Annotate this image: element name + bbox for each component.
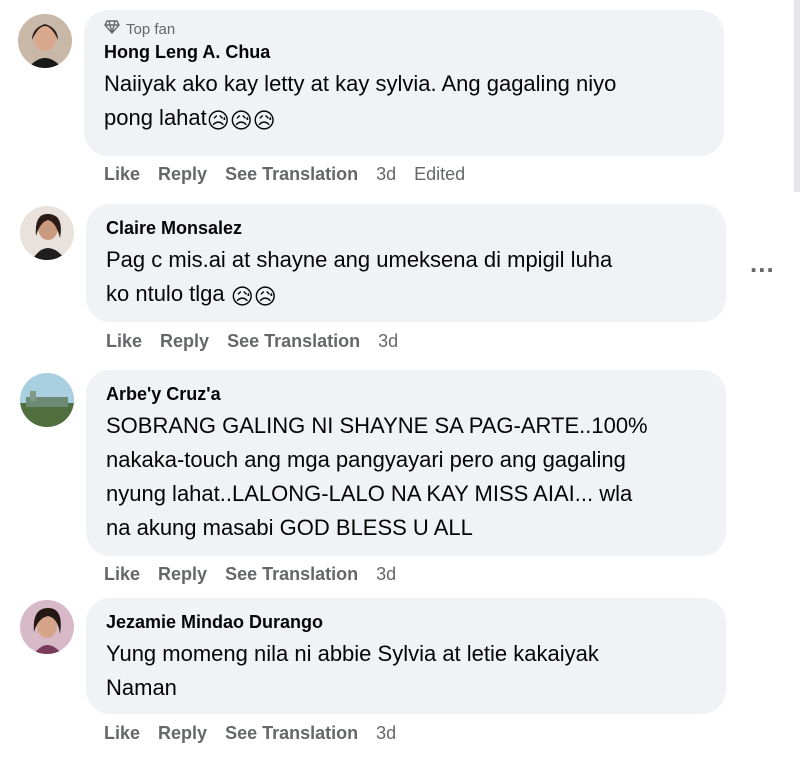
see-translation-button[interactable]: See Translation [225, 723, 358, 744]
comment-text-line: Naman [106, 675, 177, 700]
timestamp[interactable]: 3d [376, 723, 396, 744]
like-button[interactable]: Like [104, 164, 140, 185]
avatar[interactable] [20, 206, 74, 260]
see-translation-button[interactable]: See Translation [225, 564, 358, 585]
comment-text-line: ko ntulo tlga 😥😥 [106, 277, 706, 314]
comment-actions: Like Reply See Translation 3d [104, 564, 414, 585]
comment-author[interactable]: Claire Monsalez [106, 218, 706, 239]
reply-button[interactable]: Reply [160, 331, 209, 352]
see-translation-button[interactable]: See Translation [225, 164, 358, 185]
crying-face-emoji: 😥😥😥 [206, 108, 276, 133]
diamond-icon [104, 20, 120, 38]
crying-face-emoji: 😥😥 [230, 284, 277, 309]
timestamp[interactable]: 3d [376, 564, 396, 585]
comment-text-segment: ko ntulo tlga [106, 281, 225, 306]
scrollbar[interactable] [794, 0, 800, 192]
like-button[interactable]: Like [104, 723, 140, 744]
comment-author[interactable]: Jezamie Mindao Durango [106, 612, 706, 633]
reply-button[interactable]: Reply [158, 723, 207, 744]
more-options-icon[interactable]: ... [750, 248, 775, 279]
edited-label[interactable]: Edited [414, 164, 465, 185]
comment-text-line: na akung masabi GOD BLESS U ALL [106, 515, 473, 540]
comment-text-line: pong lahat😥😥😥 [104, 101, 704, 138]
comment-bubble: Arbe'y Cruz'a SOBRANG GALING NI SHAYNE S… [86, 370, 726, 556]
timestamp[interactable]: 3d [378, 331, 398, 352]
comment-text-line: nakaka-touch ang mga pangyayari pero ang… [106, 447, 626, 472]
comment-text-line: Yung momeng nila ni abbie Sylvia at leti… [106, 641, 599, 666]
comment-author[interactable]: Hong Leng A. Chua [104, 42, 704, 63]
comment-author[interactable]: Arbe'y Cruz'a [106, 384, 706, 405]
see-translation-button[interactable]: See Translation [227, 331, 360, 352]
avatar[interactable] [20, 600, 74, 654]
comment-actions: Like Reply See Translation 3d Edited [104, 164, 483, 185]
badge-label: Top fan [126, 20, 176, 38]
like-button[interactable]: Like [104, 564, 140, 585]
comment-actions: Like Reply See Translation 3d [104, 723, 414, 744]
timestamp[interactable]: 3d [376, 164, 396, 185]
reply-button[interactable]: Reply [158, 564, 207, 585]
reply-button[interactable]: Reply [158, 164, 207, 185]
top-fan-badge[interactable]: Top fan [104, 20, 704, 38]
comment-bubble: Top fan Hong Leng A. Chua Naiiyak ako ka… [84, 10, 724, 156]
comment-bubble: Claire Monsalez Pag c mis.ai at shayne a… [86, 204, 726, 322]
comment-actions: Like Reply See Translation 3d [106, 331, 416, 352]
like-button[interactable]: Like [106, 331, 142, 352]
avatar[interactable] [20, 373, 74, 427]
comment-bubble: Jezamie Mindao Durango Yung momeng nila … [86, 598, 726, 714]
comment-text-line: SOBRANG GALING NI SHAYNE SA PAG-ARTE..10… [106, 413, 648, 438]
comment-text-line: Naiiyak ako kay letty at kay sylvia. Ang… [104, 71, 617, 96]
comment-text-segment: pong lahat [104, 105, 207, 130]
avatar[interactable] [18, 14, 72, 68]
comment-text-line: Pag c mis.ai at shayne ang umeksena di m… [106, 247, 613, 272]
comment-text-line: nyung lahat..LALONG-LALO NA KAY MISS AIA… [106, 481, 633, 506]
